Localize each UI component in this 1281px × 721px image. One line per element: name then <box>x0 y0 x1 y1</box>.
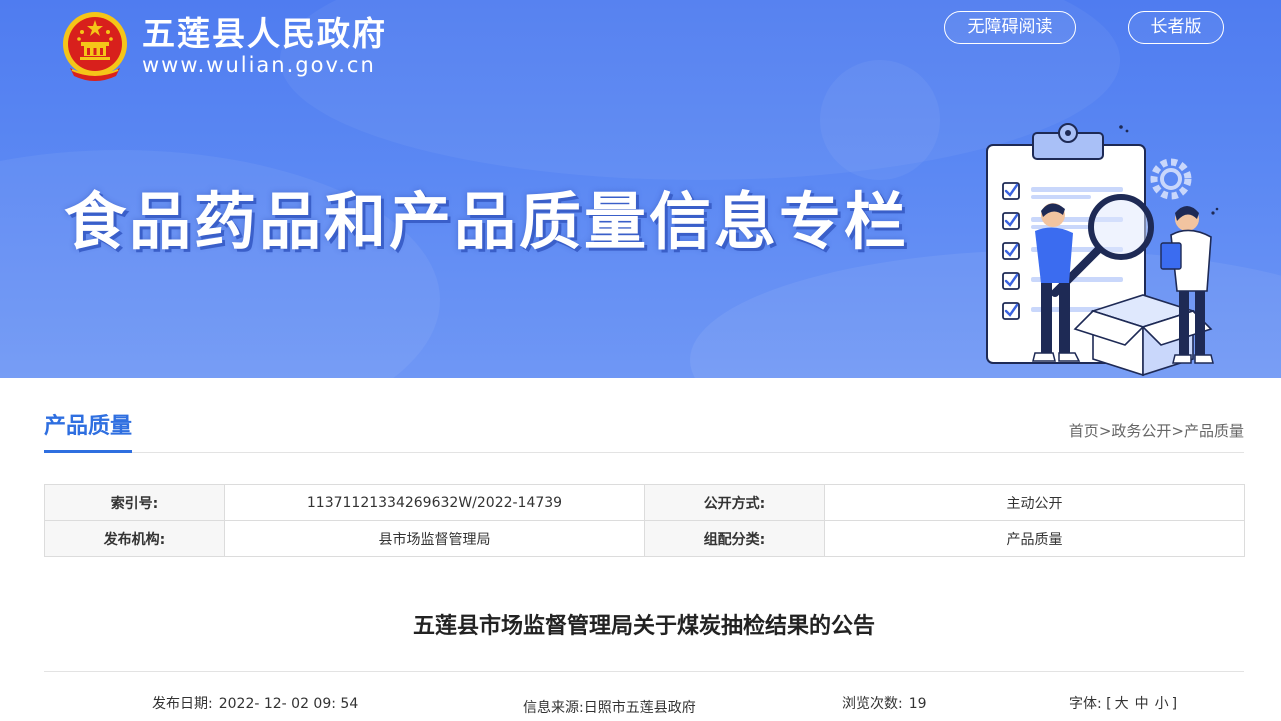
publish-date-value: 2022- 12- 02 09: 54 <box>218 696 359 712</box>
header-banner: 五莲县人民政府 www.wulian.gov.cn 无障碍阅读 长者版 食品药品… <box>0 0 1281 378</box>
view-count-value: 19 <box>908 696 927 712</box>
info-source-value: 日照市五莲县政府 <box>583 700 696 716</box>
breadcrumb-current-link[interactable]: 产品质量 <box>1184 422 1244 440</box>
breadcrumb-gov-open-link[interactable]: 政务公开 <box>1111 422 1171 440</box>
breadcrumb-separator: > <box>1171 422 1184 440</box>
view-count: 浏览次数: 19 <box>842 693 927 715</box>
site-url: www.wulian.gov.cn <box>142 53 376 77</box>
font-size-small-button[interactable]: 小 <box>1155 696 1169 712</box>
open-mode-label: 公开方式: <box>644 484 825 521</box>
section-divider <box>44 452 1244 453</box>
font-size-medium-button[interactable]: 中 <box>1135 696 1149 712</box>
info-source: 信息来源:日照市五莲县政府 <box>523 697 696 719</box>
quality-inspection-illustration <box>986 123 1219 377</box>
open-mode-value: 主动公开 <box>824 484 1245 521</box>
table-row: 发布机构: 县市场监督管理局 组配分类: 产品质量 <box>44 520 1245 557</box>
article-title: 五莲县市场监督管理局关于煤炭抽检结果的公告 <box>412 614 875 639</box>
breadcrumb-home-link[interactable]: 首页 <box>1069 422 1099 440</box>
category-label: 组配分类: <box>644 520 825 557</box>
breadcrumb: 首页>政务公开>产品质量 <box>1069 420 1244 442</box>
site-name: 五莲县人民政府 <box>142 14 387 53</box>
publisher-label: 发布机构: <box>44 520 225 557</box>
font-size-switcher: 字体: [大中小] <box>1069 693 1177 715</box>
font-size-label: 字体: <box>1069 696 1102 712</box>
national-emblem-icon <box>63 12 127 81</box>
font-size-bracket-open: [ <box>1106 696 1112 712</box>
info-source-label: 信息来源: <box>523 700 584 716</box>
breadcrumb-separator: > <box>1098 422 1112 440</box>
article-divider <box>44 671 1244 672</box>
elder-version-button[interactable]: 长者版 <box>1128 11 1224 44</box>
section-title: 产品质量 <box>44 410 133 453</box>
document-meta-table: 索引号: 1137112133426963​2W/2022-14739 公开方式… <box>44 484 1245 557</box>
view-count-label: 浏览次数: <box>842 696 903 712</box>
publish-date-label: 发布日期: <box>152 696 213 712</box>
accessibility-reading-button[interactable]: 无障碍阅读 <box>944 11 1076 44</box>
index-number-value: 1137112133426963​2W/2022-14739 <box>224 484 645 521</box>
table-row: 索引号: 1137112133426963​2W/2022-14739 公开方式… <box>44 484 1245 521</box>
publisher-value: 县市场监督管理局 <box>224 520 645 557</box>
font-size-large-button[interactable]: 大 <box>1115 696 1129 712</box>
index-number-label: 索引号: <box>44 484 225 521</box>
publish-date: 发布日期: 2022- 12- 02 09: 54 <box>152 693 358 715</box>
font-size-bracket-close: ] <box>1171 696 1178 712</box>
banner-title: 食品药品和产品质量信息专栏 <box>64 185 910 258</box>
category-value: 产品质量 <box>824 520 1245 557</box>
